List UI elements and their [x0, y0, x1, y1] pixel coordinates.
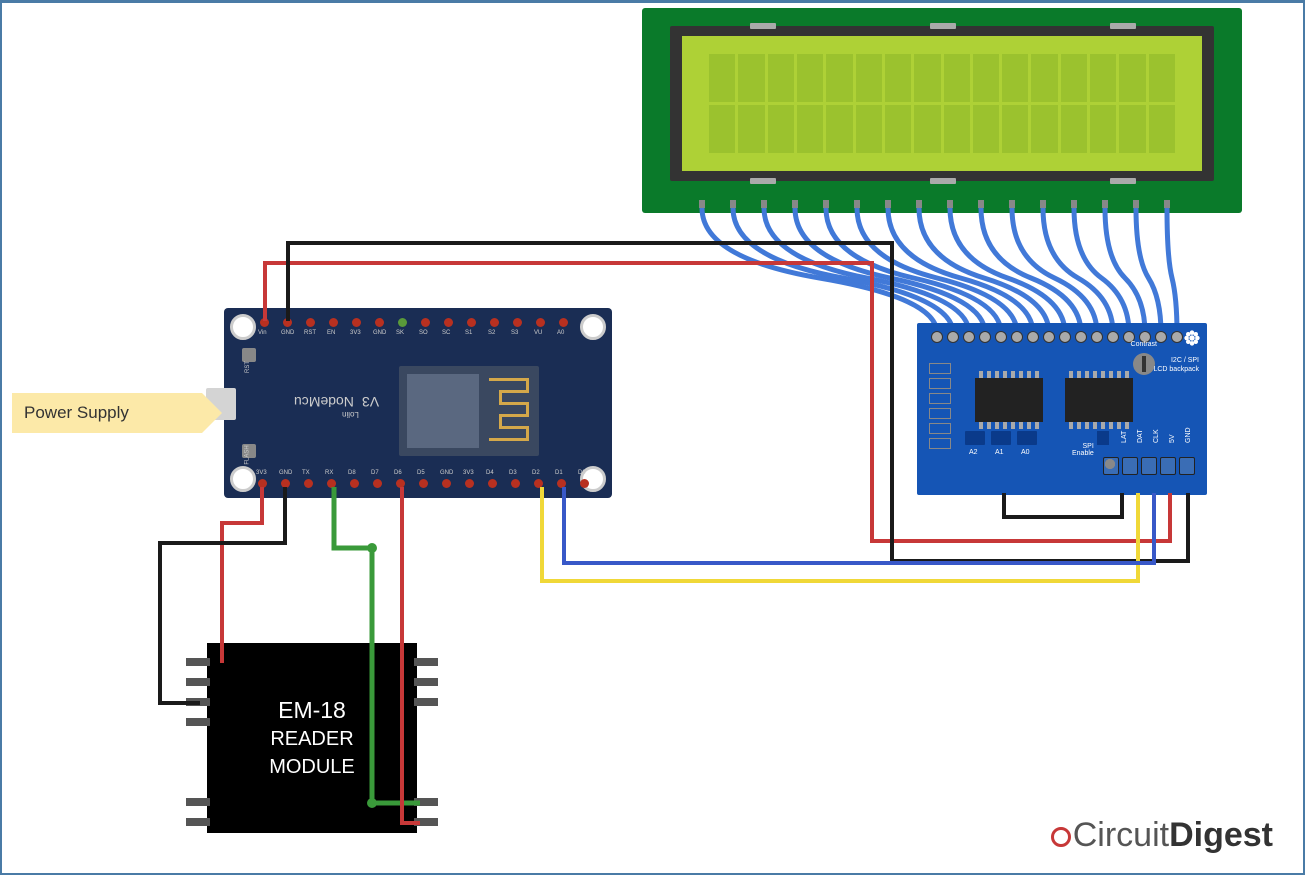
terminal-blocks [1103, 457, 1195, 475]
em18-label: EM-18 READER MODULE [269, 697, 355, 780]
wire-scl [564, 487, 1154, 563]
lcd-char-grid [709, 54, 1175, 153]
power-supply-label: Power Supply [12, 393, 202, 433]
lcd-16x2 [642, 8, 1242, 213]
contrast-pot [1133, 353, 1155, 375]
pcb-antenna [489, 378, 529, 444]
wiring-diagram: Contrast I2C / SPI LCD backpack A2 A1 A0… [0, 0, 1305, 875]
wire-em18-vcc [222, 487, 262, 663]
backpack-title1: I2C / SPI [1171, 357, 1199, 364]
nodemcu-board: VinGNDRSTEN3V3GNDSKSOSCS1S2S3VUA0 3V3GND… [224, 308, 612, 498]
i2c-lcd-backpack: Contrast I2C / SPI LCD backpack A2 A1 A0… [917, 323, 1207, 495]
wire-sda [542, 487, 1138, 581]
nodemcu-subtitle: Lolin [342, 410, 359, 419]
adafruit-flower-icon [1183, 329, 1201, 347]
rst-button [242, 348, 256, 362]
backpack-title2: LCD backpack [1153, 366, 1199, 373]
lcd-display-area [682, 36, 1202, 171]
esp8266-module [399, 366, 539, 456]
nodemcu-version: V3 [362, 394, 379, 410]
wire-lat [1004, 493, 1122, 517]
left-pads [929, 363, 951, 449]
contrast-label: Contrast [1131, 341, 1157, 348]
spi-enable-label: SPI Enable [1072, 443, 1094, 457]
logo-icon [1051, 827, 1071, 847]
circuitdigest-logo: CircuitDigest [1051, 816, 1273, 855]
nodemcu-title: NodeMcu [294, 394, 354, 410]
addr-a2: A2 [969, 449, 978, 456]
i2c-chip-1 [975, 378, 1043, 422]
addr-a0: A0 [1021, 449, 1030, 456]
rf-shield [407, 374, 479, 448]
lcd-bezel [670, 26, 1214, 181]
em18-rfid-reader: EM-18 READER MODULE [207, 643, 417, 833]
addr-a1: A1 [995, 449, 1004, 456]
